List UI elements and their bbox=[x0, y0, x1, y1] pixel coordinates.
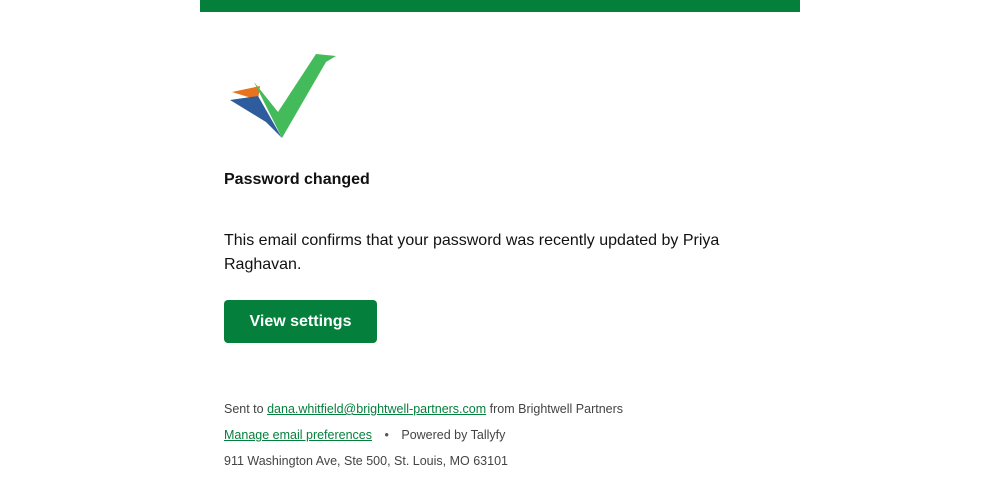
footer-links-line: Manage email preferences • Powered by Ta… bbox=[224, 426, 623, 452]
footer-from-text: from Brightwell Partners bbox=[489, 402, 624, 416]
footer-address: 911 Washington Ave, Ste 500, St. Louis, … bbox=[224, 454, 508, 468]
footer-separator-dot: • bbox=[384, 428, 389, 442]
email-heading: Password changed bbox=[224, 171, 370, 188]
email-footer: Sent to dana.whitfield@brightwell-partne… bbox=[224, 400, 623, 478]
recipient-email-link[interactable]: dana.whitfield@brightwell-partners.com bbox=[267, 402, 486, 416]
manage-email-preferences-link[interactable]: Manage email preferences bbox=[224, 428, 372, 442]
view-settings-button[interactable]: View settings bbox=[224, 300, 377, 343]
footer-sent-to-prefix: Sent to bbox=[224, 402, 264, 416]
powered-by-text: Powered by Tallyfy bbox=[401, 428, 506, 442]
footer-sent-to-line: Sent to dana.whitfield@brightwell-partne… bbox=[224, 400, 623, 426]
email-container: Password changed This email confirms tha… bbox=[200, 0, 800, 500]
brand-header-bar bbox=[200, 0, 800, 12]
tallyfy-checkmark-logo-icon bbox=[230, 54, 336, 138]
email-body-text: This email confirms that your password w… bbox=[224, 232, 720, 273]
